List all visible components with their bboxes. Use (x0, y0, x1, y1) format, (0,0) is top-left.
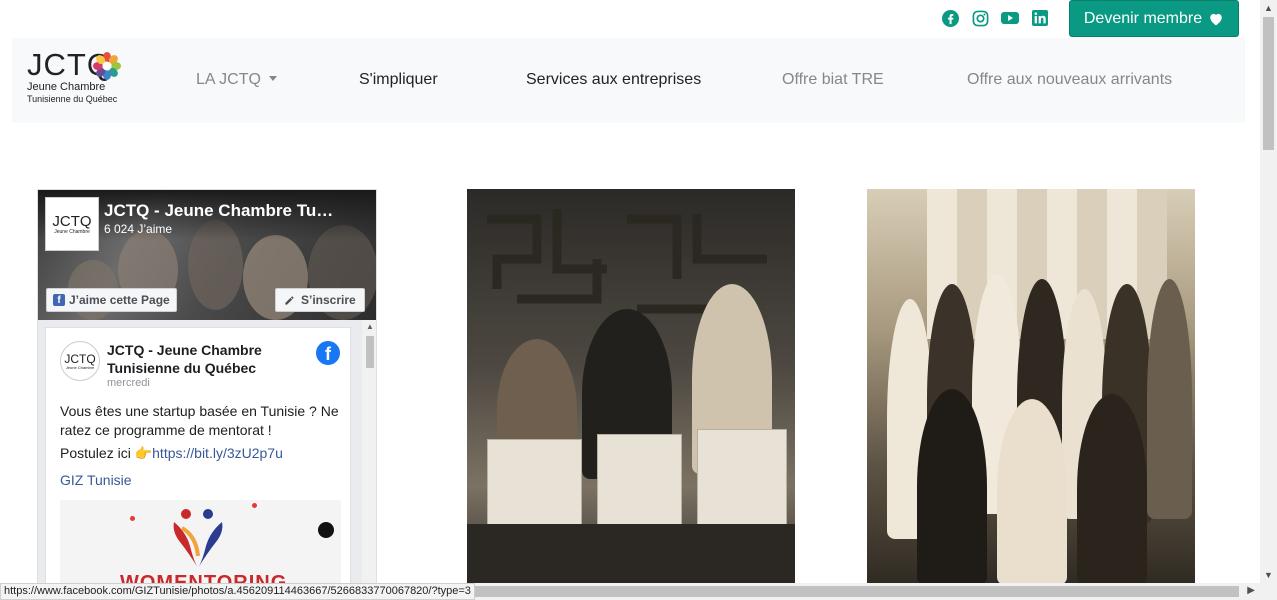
fb-post-tag[interactable]: GIZ Tunisie (60, 472, 132, 488)
pencil-icon (285, 295, 294, 305)
main-navbar: JCTQ Jeune Chambre Tunisienne du Québec (12, 38, 1245, 123)
gallery-photo-award[interactable] (467, 189, 795, 585)
fb-post-avatar-line1: Jeune Chambre (65, 364, 95, 370)
scroll-up-icon[interactable]: ▲ (366, 322, 374, 331)
chevron-down-icon (268, 76, 277, 81)
fb-timeline: JCTQ Jeune Chambre JCTQ - Jeune Chambre … (38, 320, 376, 588)
nav-item-simpliquer[interactable]: S'impliquer (359, 71, 438, 89)
fb-post-avatar[interactable]: JCTQ Jeune Chambre (60, 341, 100, 381)
fb-post-link[interactable]: https://bit.ly/3zU2p7u (152, 445, 283, 461)
scroll-down-icon[interactable]: ▼ (1264, 570, 1273, 580)
become-member-button[interactable]: Devenir membre (1069, 0, 1239, 37)
instagram-icon[interactable] (971, 9, 989, 27)
scroll-up-icon[interactable]: ▲ (1264, 3, 1273, 13)
fb-like-count: 6 024 J’aime (104, 222, 173, 236)
fb-like-page-button[interactable]: f J’aime cette Page (46, 288, 177, 312)
facebook-icon[interactable]: f (316, 341, 340, 365)
nav-item-la-jctq[interactable]: LA JCTQ (196, 71, 277, 89)
page: Devenir membre JCTQ Jeune Chambre Tunisi… (0, 0, 1277, 600)
decorative-dot (318, 522, 334, 538)
fb-post-date[interactable]: mercredi (107, 377, 150, 389)
fb-cover-photo[interactable]: JCTQ Jeune Chambre JCTQ - Jeune Chambre … (38, 190, 376, 320)
fb-post-link-line: Postulez ici 👉https://bit.ly/3zU2p7u (60, 445, 283, 462)
fb-page-title[interactable]: JCTQ - Jeune Chambre Tu… (104, 201, 354, 221)
social-links (941, 9, 1049, 27)
fb-post-author[interactable]: JCTQ - Jeune Chambre Tunisienne du Québe… (107, 341, 297, 377)
top-bar: Devenir membre (0, 0, 1260, 38)
fb-post-link-prefix: Postulez ici 👉 (60, 445, 153, 461)
become-member-label: Devenir membre (1083, 9, 1203, 27)
logo-line1: Jeune Chambre (27, 81, 106, 93)
linkedin-icon[interactable] (1031, 9, 1049, 27)
site-logo[interactable]: JCTQ Jeune Chambre Tunisienne du Québec (27, 49, 122, 113)
vertical-scroll-thumb[interactable] (1263, 17, 1274, 150)
status-bar-url: https://www.facebook.com/GIZTunisie/phot… (0, 583, 475, 600)
fb-subscribe-label: S’inscrire (301, 293, 356, 307)
nav-item-label: LA JCTQ (196, 71, 261, 88)
nav-item-label: Offre aux nouveaux arrivants (967, 71, 1173, 88)
fb-feed-scrollbar[interactable]: ▲ (362, 320, 376, 588)
gallery-photo-group[interactable] (867, 189, 1195, 585)
heart-icon (1210, 13, 1222, 25)
fb-post-avatar-mark: JCTQ (64, 351, 96, 366)
nav-item-services-entreprises[interactable]: Services aux entreprises (526, 71, 701, 89)
mentoring-logo-icon (173, 509, 223, 568)
fb-feed-scroll-thumb[interactable] (366, 336, 374, 368)
facebook-icon[interactable] (941, 9, 959, 27)
facebook-icon: f (53, 294, 65, 306)
nav-item-offre-biat[interactable]: Offre biat TRE (782, 71, 884, 89)
nav-item-label: S'impliquer (359, 71, 438, 88)
fb-subscribe-button[interactable]: S’inscrire (275, 288, 365, 312)
logo-flower-icon (93, 52, 121, 80)
fb-post: JCTQ Jeune Chambre JCTQ - Jeune Chambre … (45, 327, 351, 588)
scroll-right-icon[interactable]: ▶ (1247, 585, 1255, 596)
fb-like-page-label: J’aime cette Page (69, 293, 170, 307)
nav-item-label: Offre biat TRE (782, 71, 884, 88)
fb-post-image[interactable]: WOMENTORING (60, 500, 341, 588)
fb-avatar-mark: JCTQ (52, 212, 92, 230)
page-vertical-scrollbar[interactable]: ▲ ▼ (1260, 0, 1277, 600)
nav-item-nouveaux-arrivants[interactable]: Offre aux nouveaux arrivants (967, 71, 1172, 89)
fb-page-avatar[interactable]: JCTQ Jeune Chambre (45, 197, 99, 251)
youtube-icon[interactable] (1001, 9, 1019, 27)
facebook-page-widget: JCTQ Jeune Chambre JCTQ - Jeune Chambre … (37, 189, 377, 589)
fb-post-text: Vous êtes une startup basée en Tunisie ?… (60, 403, 339, 438)
logo-line2: Tunisienne du Québec (27, 94, 118, 104)
nav-item-label: Services aux entreprises (526, 71, 702, 88)
fb-avatar-line1: Jeune Chambre (54, 228, 90, 235)
